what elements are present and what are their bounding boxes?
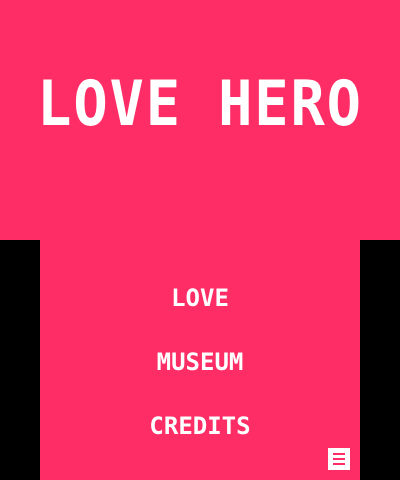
game-title: LOVE HERO: [37, 67, 363, 140]
menu-icon-line: [333, 453, 345, 455]
menu-icon-line: [333, 463, 345, 465]
game-screen: LOVE HERO LOVE MUSEUM CREDITS: [0, 0, 400, 480]
hamburger-menu-icon[interactable]: [328, 448, 350, 470]
menu-item-credits[interactable]: CREDITS: [40, 410, 360, 442]
menu-icon-line: [333, 458, 345, 460]
menu-item-museum[interactable]: MUSEUM: [40, 346, 360, 378]
menu-item-love[interactable]: LOVE: [40, 282, 360, 314]
bottom-screen: LOVE MUSEUM CREDITS: [40, 240, 360, 480]
top-screen: LOVE HERO: [0, 0, 400, 240]
